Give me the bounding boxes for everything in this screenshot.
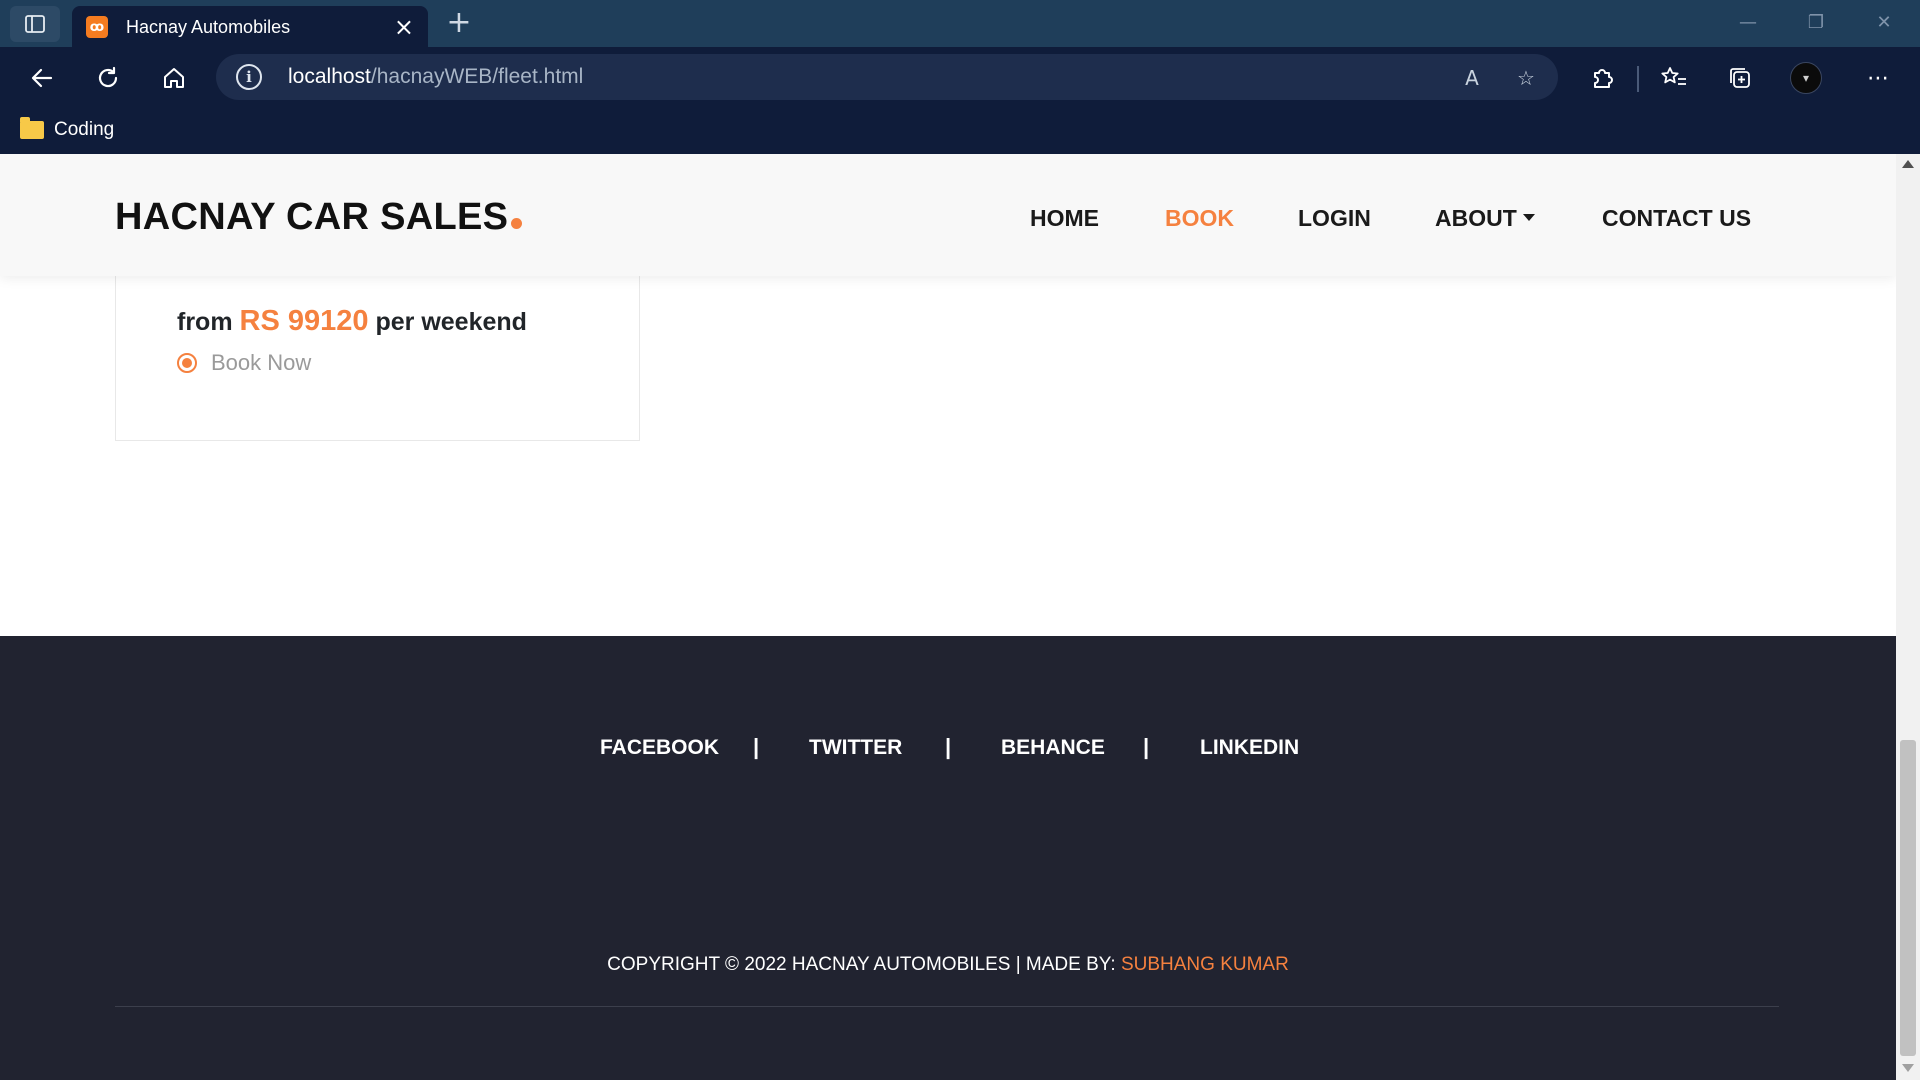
url-text[interactable]: localhost/hacnayWEB/fleet.html (288, 65, 583, 89)
toolbar-divider (1637, 66, 1639, 92)
extensions-button[interactable] (1582, 58, 1622, 98)
tab-bar: ꝏ Hacnay Automobiles × + — ❐ ✕ (0, 0, 1920, 47)
bookmark-folder-coding[interactable]: Coding (20, 116, 114, 144)
nav-login[interactable]: LOGIN (1298, 205, 1371, 232)
close-tab-icon[interactable]: × (394, 13, 414, 41)
refresh-button[interactable] (88, 58, 128, 98)
footer-link-behance[interactable]: BEHANCE (1001, 736, 1105, 760)
collections-icon (1730, 68, 1750, 88)
target-icon (177, 353, 197, 373)
browser-chrome: ꝏ Hacnay Automobiles × + — ❐ ✕ i localho… (0, 0, 1920, 154)
price-amount: RS 99120 (239, 305, 369, 337)
add-favorite-icon[interactable]: ☆ (1512, 64, 1540, 92)
folder-icon (20, 117, 44, 139)
logo-dot (511, 218, 523, 229)
avatar: ▾ (1790, 62, 1822, 94)
tab-title: Hacnay Automobiles (126, 17, 291, 37)
price-suffix: per weekend (375, 308, 527, 336)
copyright-text: COPYRIGHT © 2022 HACNAY AUTOMOBILES | MA… (607, 954, 1116, 975)
footer-separator: | (1143, 734, 1150, 759)
scroll-down-icon[interactable] (1902, 1064, 1914, 1072)
site-footer: FACEBOOK | TWITTER | BEHANCE | LINKEDIN (0, 636, 1896, 1080)
logo-text: HACNAY CAR SALES (115, 196, 509, 238)
more-options-icon[interactable]: ⋯ (1858, 58, 1898, 98)
price-line: from RS 99120 per weekend (177, 305, 527, 338)
copyright-line: COPYRIGHT © 2022 HACNAY AUTOMOBILES | MA… (0, 954, 1896, 976)
favorites-icon (1661, 67, 1686, 85)
nav-about[interactable]: ABOUT (1435, 205, 1535, 232)
footer-separator: | (753, 734, 760, 759)
browser-tab[interactable]: ꝏ Hacnay Automobiles × (72, 6, 428, 47)
restore-icon[interactable]: ❐ (1796, 8, 1836, 38)
profile-button[interactable]: ▾ (1786, 58, 1826, 98)
book-now-label: Book Now (211, 350, 312, 375)
collections-button[interactable] (1720, 58, 1760, 98)
nav-contact-us[interactable]: CONTACT US (1602, 205, 1751, 232)
puzzle-icon (1594, 69, 1613, 88)
chevron-down-icon (1522, 214, 1535, 222)
author-link[interactable]: SUBHANG KUMAR (1121, 954, 1289, 975)
home-button[interactable] (154, 58, 194, 98)
site-logo[interactable]: HACNAY CAR SALES (115, 196, 523, 239)
bookmark-label: Coding (54, 119, 115, 140)
site-info-icon[interactable]: i (236, 64, 262, 90)
xampp-icon: ꝏ (86, 16, 108, 38)
nav-home[interactable]: HOME (1030, 205, 1099, 232)
footer-link-linkedin[interactable]: LINKEDIN (1200, 736, 1299, 760)
address-bar[interactable]: i localhost/hacnayWEB/fleet.html A ☆ (216, 54, 1558, 100)
site-header: HACNAY CAR SALES HOME BOOK LOGIN ABOUT C… (0, 154, 1896, 276)
window-close-icon[interactable]: ✕ (1864, 8, 1904, 38)
page-scrollbar[interactable] (1896, 154, 1920, 1080)
back-button[interactable] (22, 58, 62, 98)
new-tab-button[interactable]: + (442, 6, 476, 40)
read-aloud-icon[interactable]: A (1458, 64, 1486, 92)
url-host: localhost (288, 65, 371, 88)
footer-divider (115, 1006, 1779, 1007)
nav-book[interactable]: BOOK (1165, 205, 1234, 232)
tab-actions-icon (25, 15, 45, 33)
footer-link-twitter[interactable]: TWITTER (809, 736, 902, 760)
home-icon (164, 68, 184, 88)
book-now-link[interactable]: Book Now (177, 350, 311, 376)
minimize-icon[interactable]: — (1728, 8, 1768, 38)
back-arrow-icon (31, 68, 53, 88)
footer-separator: | (945, 734, 952, 759)
url-path: /hacnayWEB/fleet.html (370, 65, 584, 88)
refresh-icon (98, 66, 118, 88)
price-prefix: from (177, 308, 233, 336)
bookmarks-bar: Coding (0, 110, 1920, 150)
nav-about-label: ABOUT (1435, 205, 1517, 231)
scroll-up-icon[interactable] (1902, 160, 1914, 168)
tab-actions-button[interactable] (10, 6, 60, 42)
page-viewport: from RS 99120 per weekend Book Now HACNA… (0, 154, 1896, 1080)
scrollbar-thumb[interactable] (1900, 740, 1916, 1056)
footer-link-facebook[interactable]: FACEBOOK (600, 736, 719, 760)
favorites-button[interactable] (1654, 58, 1694, 98)
